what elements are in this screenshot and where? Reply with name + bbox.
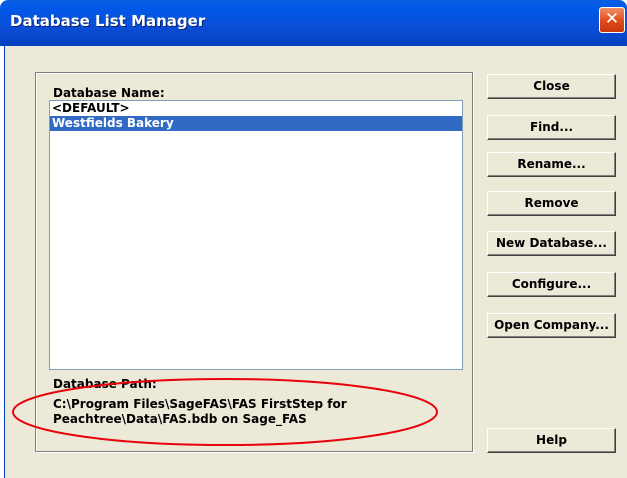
new-database-button[interactable]: New Database...	[487, 231, 616, 256]
configure-button[interactable]: Configure...	[487, 272, 616, 297]
list-item-westfields-bakery[interactable]: Westfields Bakery	[50, 116, 462, 131]
title-bar[interactable]: Database List Manager ✕	[0, 0, 627, 46]
database-path-box: C:\Program Files\SageFAS\FAS FirstStep f…	[49, 394, 463, 436]
database-name-label: Database Name:	[53, 86, 165, 100]
remove-button[interactable]: Remove	[487, 191, 616, 216]
open-company-button[interactable]: Open Company...	[487, 313, 616, 338]
rename-button[interactable]: Rename...	[487, 152, 616, 177]
database-path-line-1: C:\Program Files\SageFAS\FAS FirstStep f…	[53, 397, 347, 411]
database-path-label: Database Path:	[53, 377, 157, 391]
close-window-icon[interactable]: ✕	[599, 7, 625, 33]
database-path-line-2: Peachtree\Data\FAS.bdb on Sage_FAS	[53, 412, 307, 426]
database-list-manager-window: Database List Manager ✕ Database Name: <…	[0, 0, 627, 478]
close-button[interactable]: Close	[487, 74, 616, 99]
help-button[interactable]: Help	[487, 428, 616, 453]
database-listbox[interactable]: <DEFAULT> Westfields Bakery	[49, 100, 463, 370]
list-item-default[interactable]: <DEFAULT>	[50, 101, 462, 116]
window-title: Database List Manager	[10, 12, 206, 30]
find-button[interactable]: Find...	[487, 115, 616, 140]
